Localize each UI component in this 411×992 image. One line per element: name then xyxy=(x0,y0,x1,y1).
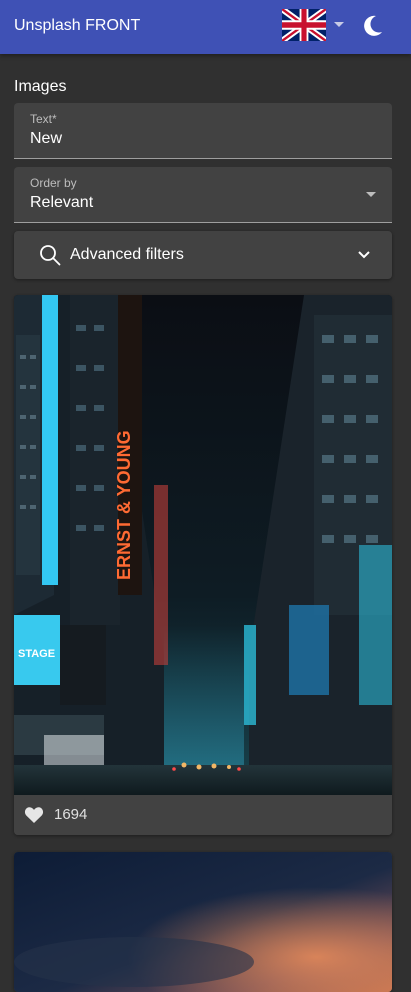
text-field-label: Text* xyxy=(30,112,57,126)
image-card[interactable]: ERNST & YOUNG STAGE 1694 xyxy=(14,295,392,835)
billboard-text: STAGE xyxy=(18,648,55,660)
uk-flag-icon xyxy=(282,9,326,41)
section-title: Images xyxy=(14,78,67,95)
order-by-label: Order by xyxy=(30,176,77,190)
advanced-filters-label: Advanced filters xyxy=(70,246,184,263)
dusk-sky-photo[interactable] xyxy=(14,852,392,992)
language-selector[interactable] xyxy=(282,8,344,42)
text-search-input[interactable] xyxy=(30,130,360,148)
language-dropdown-caret-icon xyxy=(334,22,344,27)
like-count: 1694 xyxy=(54,806,88,823)
search-icon xyxy=(40,245,61,266)
chevron-down-icon xyxy=(358,251,370,259)
text-search-field[interactable]: Text* xyxy=(14,103,392,159)
image-card-footer: 1694 xyxy=(14,795,392,835)
app-bar: Unsplash FRONT xyxy=(0,0,411,54)
moon-icon[interactable] xyxy=(358,12,386,40)
heart-icon[interactable] xyxy=(24,806,44,824)
neon-vertical-sign: ERNST & YOUNG xyxy=(114,430,134,580)
image-card[interactable] xyxy=(14,852,392,992)
advanced-filters-toggle[interactable]: Advanced filters xyxy=(14,231,392,279)
app-title: Unsplash FRONT xyxy=(14,17,141,34)
order-by-value: Relevant xyxy=(30,194,94,211)
order-by-select[interactable]: Order by Relevant xyxy=(14,167,392,223)
neon-city-street-night-photo[interactable]: ERNST & YOUNG STAGE xyxy=(14,295,392,795)
select-caret-icon xyxy=(366,192,376,197)
